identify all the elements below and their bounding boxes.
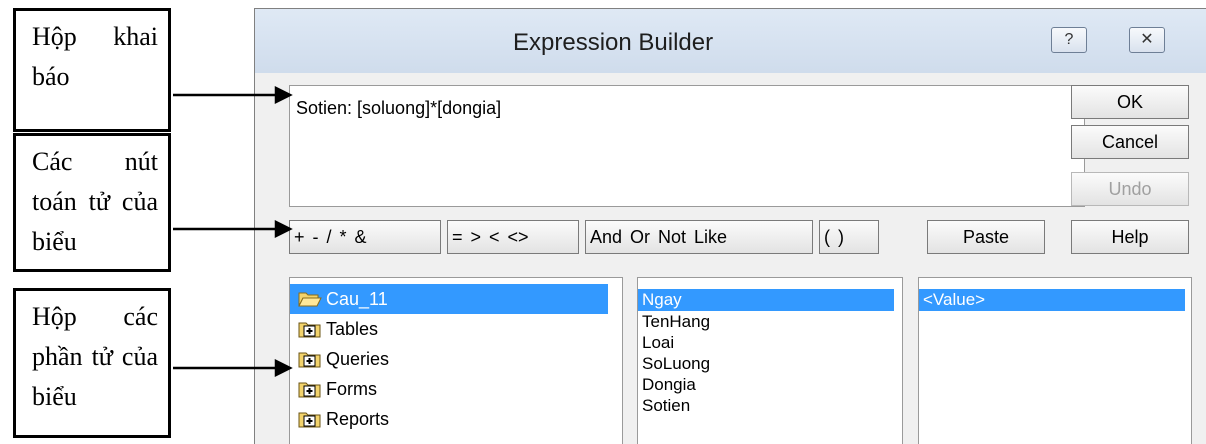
- callout-arrows: [173, 85, 293, 378]
- arrow-operators-head: [274, 219, 293, 239]
- arrow-declaration-head: [274, 85, 293, 105]
- arrow-elements-head: [274, 358, 293, 378]
